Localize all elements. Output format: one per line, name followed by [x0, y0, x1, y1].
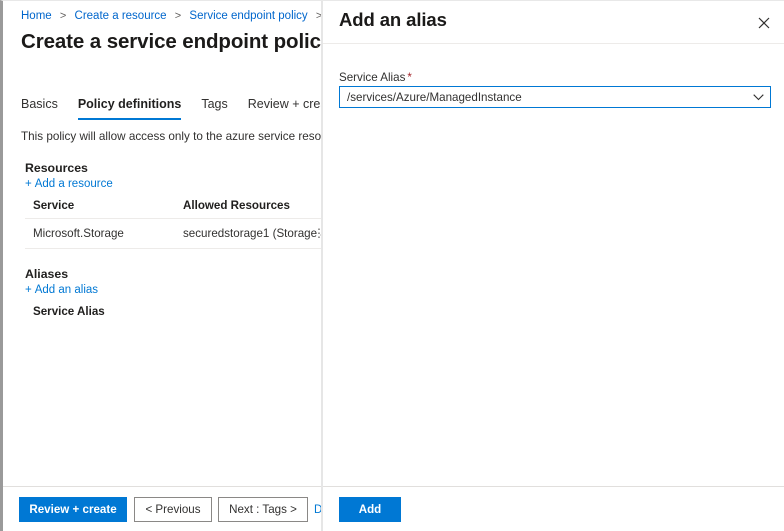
service-alias-label: Service Alias *: [339, 71, 412, 84]
breadcrumb-item-create-a-resource[interactable]: Create a resource: [75, 10, 167, 22]
add-an-alias-link[interactable]: + Add an alias: [25, 284, 98, 296]
blade-footer: Add: [323, 486, 784, 531]
close-icon[interactable]: [753, 12, 775, 34]
column-header-allowed-resources: Allowed Resources: [183, 199, 290, 212]
aliases-section-heading: Aliases: [25, 267, 69, 281]
add-an-alias-label: Add an alias: [34, 284, 99, 296]
add-button[interactable]: Add: [339, 497, 401, 522]
policy-description: This policy will allow access only to th…: [21, 130, 321, 143]
breadcrumb-separator: >: [174, 10, 182, 22]
azure-portal-window: Home > Create a resource > Service endpo…: [0, 0, 784, 531]
column-header-service: Service: [33, 199, 75, 212]
aliases-table: Service Alias: [25, 301, 321, 324]
breadcrumb-separator: >: [59, 10, 67, 22]
breadcrumb: Home > Create a resource > Service endpo…: [21, 10, 321, 22]
resources-table: Service Allowed Resources Microsoft.Stor…: [25, 195, 321, 249]
service-alias-label-text: Service Alias: [339, 71, 406, 84]
table-row[interactable]: Microsoft.Storage securedstorage1 (Stora…: [25, 219, 321, 249]
tab-policy-definitions[interactable]: Policy definitions: [77, 97, 182, 120]
blade-header-divider: [323, 43, 784, 44]
plus-icon: +: [25, 284, 32, 296]
column-header-service-alias: Service Alias: [33, 305, 105, 318]
breadcrumb-item-home[interactable]: Home: [21, 10, 52, 22]
kebab-menu-icon[interactable]: ⋮: [313, 227, 321, 239]
chevron-down-icon[interactable]: [746, 93, 770, 101]
create-service-endpoint-policy-pane: Home > Create a resource > Service endpo…: [3, 1, 321, 531]
resources-table-header: Service Allowed Resources: [25, 195, 321, 219]
tab-list: Basics Policy definitions Tags Review + …: [21, 97, 321, 120]
service-alias-dropdown[interactable]: /services/Azure/ManagedInstance: [339, 86, 771, 108]
breadcrumb-item-service-endpoint-policy[interactable]: Service endpoint policy: [189, 10, 307, 22]
wizard-footer: Review + create < Previous Next : Tags >…: [3, 486, 321, 531]
tab-basics[interactable]: Basics: [21, 97, 58, 120]
download-template-link[interactable]: D: [314, 504, 321, 516]
required-marker: *: [407, 71, 412, 84]
blade-title: Add an alias: [339, 9, 447, 30]
add-an-alias-blade: Add an alias Service Alias * /services/Az…: [323, 1, 784, 531]
previous-button[interactable]: < Previous: [134, 497, 212, 522]
service-alias-value: /services/Azure/ManagedInstance: [347, 90, 522, 104]
plus-icon: +: [25, 178, 32, 190]
add-a-resource-label: Add a resource: [34, 178, 113, 190]
aliases-table-header: Service Alias: [25, 301, 321, 324]
page-title: Create a service endpoint policy: [21, 30, 321, 53]
tab-tags[interactable]: Tags: [201, 97, 227, 120]
resources-section-heading: Resources: [25, 161, 88, 175]
tab-review-create[interactable]: Review + create: [248, 97, 321, 120]
cell-service: Microsoft.Storage: [33, 227, 124, 240]
next-tags-button[interactable]: Next : Tags >: [218, 497, 308, 522]
add-a-resource-link[interactable]: + Add a resource: [25, 178, 113, 190]
review-create-button[interactable]: Review + create: [19, 497, 127, 522]
cell-allowed-resources: securedstorage1 (Storage a...: [183, 227, 321, 240]
